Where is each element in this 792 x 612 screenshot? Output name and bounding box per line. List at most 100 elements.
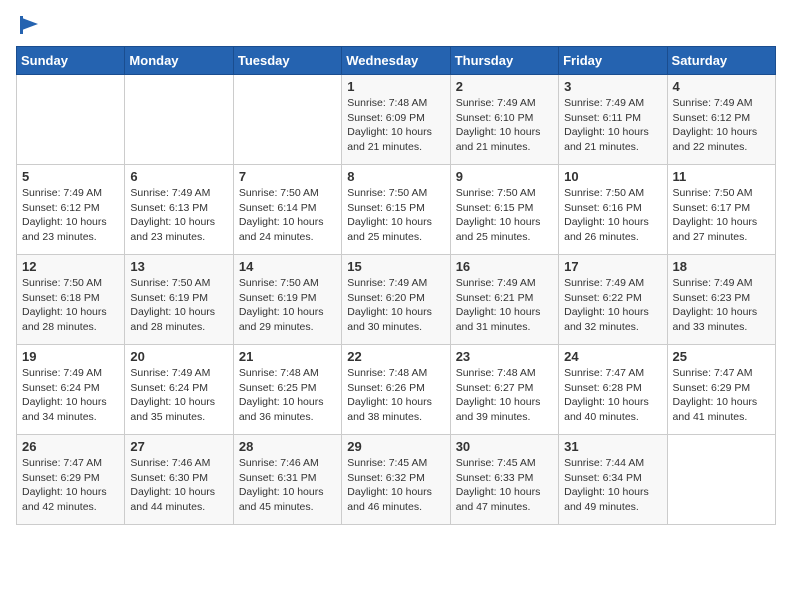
day-number: 8 xyxy=(347,169,444,184)
day-header-thursday: Thursday xyxy=(450,47,558,75)
calendar-cell: 26 Sunrise: 7:47 AMSunset: 6:29 PMDayligh… xyxy=(17,435,125,525)
calendar-cell: 9Sunrise: 7:50 AMSunset: 6:15 PMDaylight… xyxy=(450,165,558,255)
cell-text-line: Sunset: 6:11 PM xyxy=(564,111,661,126)
day-number: 25 xyxy=(673,349,770,364)
cell-content: Sunrise: 7:47 AMSunset: 6:29 PMDaylight:… xyxy=(673,366,770,425)
cell-text-line: Sunrise: 7:45 AM xyxy=(347,456,444,471)
cell-content: Sunrise: 7:47 AMSunset: 6:29 PMDaylight:… xyxy=(22,456,119,515)
cell-text-line: Sunset: 6:30 PM xyxy=(130,471,227,486)
calendar-cell: 6Sunrise: 7:49 AMSunset: 6:13 PMDaylight… xyxy=(125,165,233,255)
cell-text-line: Sunset: 6:16 PM xyxy=(564,201,661,216)
calendar-cell: 25 Sunrise: 7:47 AMSunset: 6:29 PMDayligh… xyxy=(667,345,775,435)
cell-text-line: Daylight: 10 hours xyxy=(456,125,553,140)
calendar-cell: 4Sunrise: 7:49 AMSunset: 6:12 PMDaylight… xyxy=(667,75,775,165)
calendar-cell xyxy=(233,75,341,165)
cell-content: Sunrise: 7:47 AMSunset: 6:28 PMDaylight:… xyxy=(564,366,661,425)
cell-text-line: Sunset: 6:29 PM xyxy=(22,471,119,486)
day-number: 15 xyxy=(347,259,444,274)
cell-text-line: and 45 minutes. xyxy=(239,500,336,515)
cell-text-line: Sunrise: 7:45 AM xyxy=(456,456,553,471)
cell-text-line: Sunrise: 7:47 AM xyxy=(564,366,661,381)
cell-text-line: Sunrise: 7:49 AM xyxy=(673,276,770,291)
cell-content: Sunrise: 7:49 AMSunset: 6:24 PMDaylight:… xyxy=(130,366,227,425)
cell-text-line: Daylight: 10 hours xyxy=(130,305,227,320)
cell-text-line: Sunrise: 7:50 AM xyxy=(22,276,119,291)
logo-flag-icon xyxy=(18,16,40,34)
calendar-cell: 16Sunrise: 7:49 AMSunset: 6:21 PMDayligh… xyxy=(450,255,558,345)
day-number: 23 xyxy=(456,349,553,364)
cell-text-line: Sunrise: 7:49 AM xyxy=(456,96,553,111)
day-number: 5 xyxy=(22,169,119,184)
calendar-cell: 14Sunrise: 7:50 AMSunset: 6:19 PMDayligh… xyxy=(233,255,341,345)
cell-text-line: Sunrise: 7:49 AM xyxy=(564,276,661,291)
cell-text-line: and 28 minutes. xyxy=(22,320,119,335)
day-number: 26 xyxy=(22,439,119,454)
cell-text-line: and 34 minutes. xyxy=(22,410,119,425)
week-row-3: 12Sunrise: 7:50 AMSunset: 6:18 PMDayligh… xyxy=(17,255,776,345)
calendar-cell: 17Sunrise: 7:49 AMSunset: 6:22 PMDayligh… xyxy=(559,255,667,345)
cell-text-line: Sunset: 6:32 PM xyxy=(347,471,444,486)
week-row-5: 26 Sunrise: 7:47 AMSunset: 6:29 PMDayligh… xyxy=(17,435,776,525)
calendar-cell: 8 Sunrise: 7:50 AMSunset: 6:15 PMDaylight… xyxy=(342,165,450,255)
cell-text-line: Daylight: 10 hours xyxy=(673,215,770,230)
calendar-cell: 23 Sunrise: 7:48 AMSunset: 6:27 PMDayligh… xyxy=(450,345,558,435)
cell-text-line: and 35 minutes. xyxy=(130,410,227,425)
logo xyxy=(16,16,40,34)
calendar-cell: 21Sunrise: 7:48 AMSunset: 6:25 PMDayligh… xyxy=(233,345,341,435)
cell-text-line: and 36 minutes. xyxy=(239,410,336,425)
cell-text-line: Sunset: 6:17 PM xyxy=(673,201,770,216)
cell-text-line: Daylight: 10 hours xyxy=(347,215,444,230)
cell-text-line: Sunset: 6:22 PM xyxy=(564,291,661,306)
cell-text-line: Sunset: 6:28 PM xyxy=(564,381,661,396)
cell-text-line: Daylight: 10 hours xyxy=(347,485,444,500)
cell-content: Sunrise: 7:45 AMSunset: 6:33 PMDaylight:… xyxy=(456,456,553,515)
cell-text-line: Daylight: 10 hours xyxy=(456,215,553,230)
day-number: 12 xyxy=(22,259,119,274)
cell-text-line: Sunset: 6:21 PM xyxy=(456,291,553,306)
cell-text-line: Daylight: 10 hours xyxy=(673,395,770,410)
cell-text-line: and 31 minutes. xyxy=(456,320,553,335)
cell-text-line: and 29 minutes. xyxy=(239,320,336,335)
calendar-cell: 28Sunrise: 7:46 AMSunset: 6:31 PMDayligh… xyxy=(233,435,341,525)
day-number: 31 xyxy=(564,439,661,454)
cell-content: Sunrise: 7:49 AMSunset: 6:11 PMDaylight:… xyxy=(564,96,661,155)
cell-text-line: Daylight: 10 hours xyxy=(456,485,553,500)
cell-text-line: Sunrise: 7:44 AM xyxy=(564,456,661,471)
cell-text-line: Sunset: 6:33 PM xyxy=(456,471,553,486)
day-header-monday: Monday xyxy=(125,47,233,75)
cell-text-line: Sunset: 6:15 PM xyxy=(456,201,553,216)
cell-text-line: and 46 minutes. xyxy=(347,500,444,515)
cell-text-line: Sunrise: 7:50 AM xyxy=(564,186,661,201)
day-header-sunday: Sunday xyxy=(17,47,125,75)
cell-text-line: and 21 minutes. xyxy=(456,140,553,155)
cell-text-line: Sunset: 6:27 PM xyxy=(456,381,553,396)
cell-text-line: Sunrise: 7:49 AM xyxy=(22,186,119,201)
cell-content: Sunrise: 7:48 AMSunset: 6:27 PMDaylight:… xyxy=(456,366,553,425)
cell-text-line: Sunset: 6:31 PM xyxy=(239,471,336,486)
cell-text-line: and 39 minutes. xyxy=(456,410,553,425)
cell-content: Sunrise: 7:48 AMSunset: 6:09 PMDaylight:… xyxy=(347,96,444,155)
cell-text-line: Daylight: 10 hours xyxy=(347,125,444,140)
cell-text-line: and 38 minutes. xyxy=(347,410,444,425)
cell-text-line: Daylight: 10 hours xyxy=(673,305,770,320)
day-header-saturday: Saturday xyxy=(667,47,775,75)
calendar-cell: 30 Sunrise: 7:45 AMSunset: 6:33 PMDayligh… xyxy=(450,435,558,525)
cell-content: Sunrise: 7:49 AMSunset: 6:24 PMDaylight:… xyxy=(22,366,119,425)
day-number: 30 xyxy=(456,439,553,454)
cell-text-line: and 23 minutes. xyxy=(130,230,227,245)
cell-text-line: and 30 minutes. xyxy=(347,320,444,335)
day-number: 1 xyxy=(347,79,444,94)
cell-content: Sunrise: 7:50 AMSunset: 6:19 PMDaylight:… xyxy=(130,276,227,335)
cell-content: Sunrise: 7:50 AMSunset: 6:15 PMDaylight:… xyxy=(347,186,444,245)
day-number: 21 xyxy=(239,349,336,364)
week-row-4: 19Sunrise: 7:49 AMSunset: 6:24 PMDayligh… xyxy=(17,345,776,435)
calendar-cell: 5Sunrise: 7:49 AMSunset: 6:12 PMDaylight… xyxy=(17,165,125,255)
calendar-cell: 22Sunrise: 7:48 AMSunset: 6:26 PMDayligh… xyxy=(342,345,450,435)
cell-text-line: Sunset: 6:14 PM xyxy=(239,201,336,216)
day-header-friday: Friday xyxy=(559,47,667,75)
cell-text-line: Sunrise: 7:50 AM xyxy=(673,186,770,201)
cell-text-line: Sunrise: 7:50 AM xyxy=(456,186,553,201)
cell-text-line: Sunset: 6:12 PM xyxy=(673,111,770,126)
day-number: 16 xyxy=(456,259,553,274)
cell-text-line: Sunrise: 7:49 AM xyxy=(22,366,119,381)
